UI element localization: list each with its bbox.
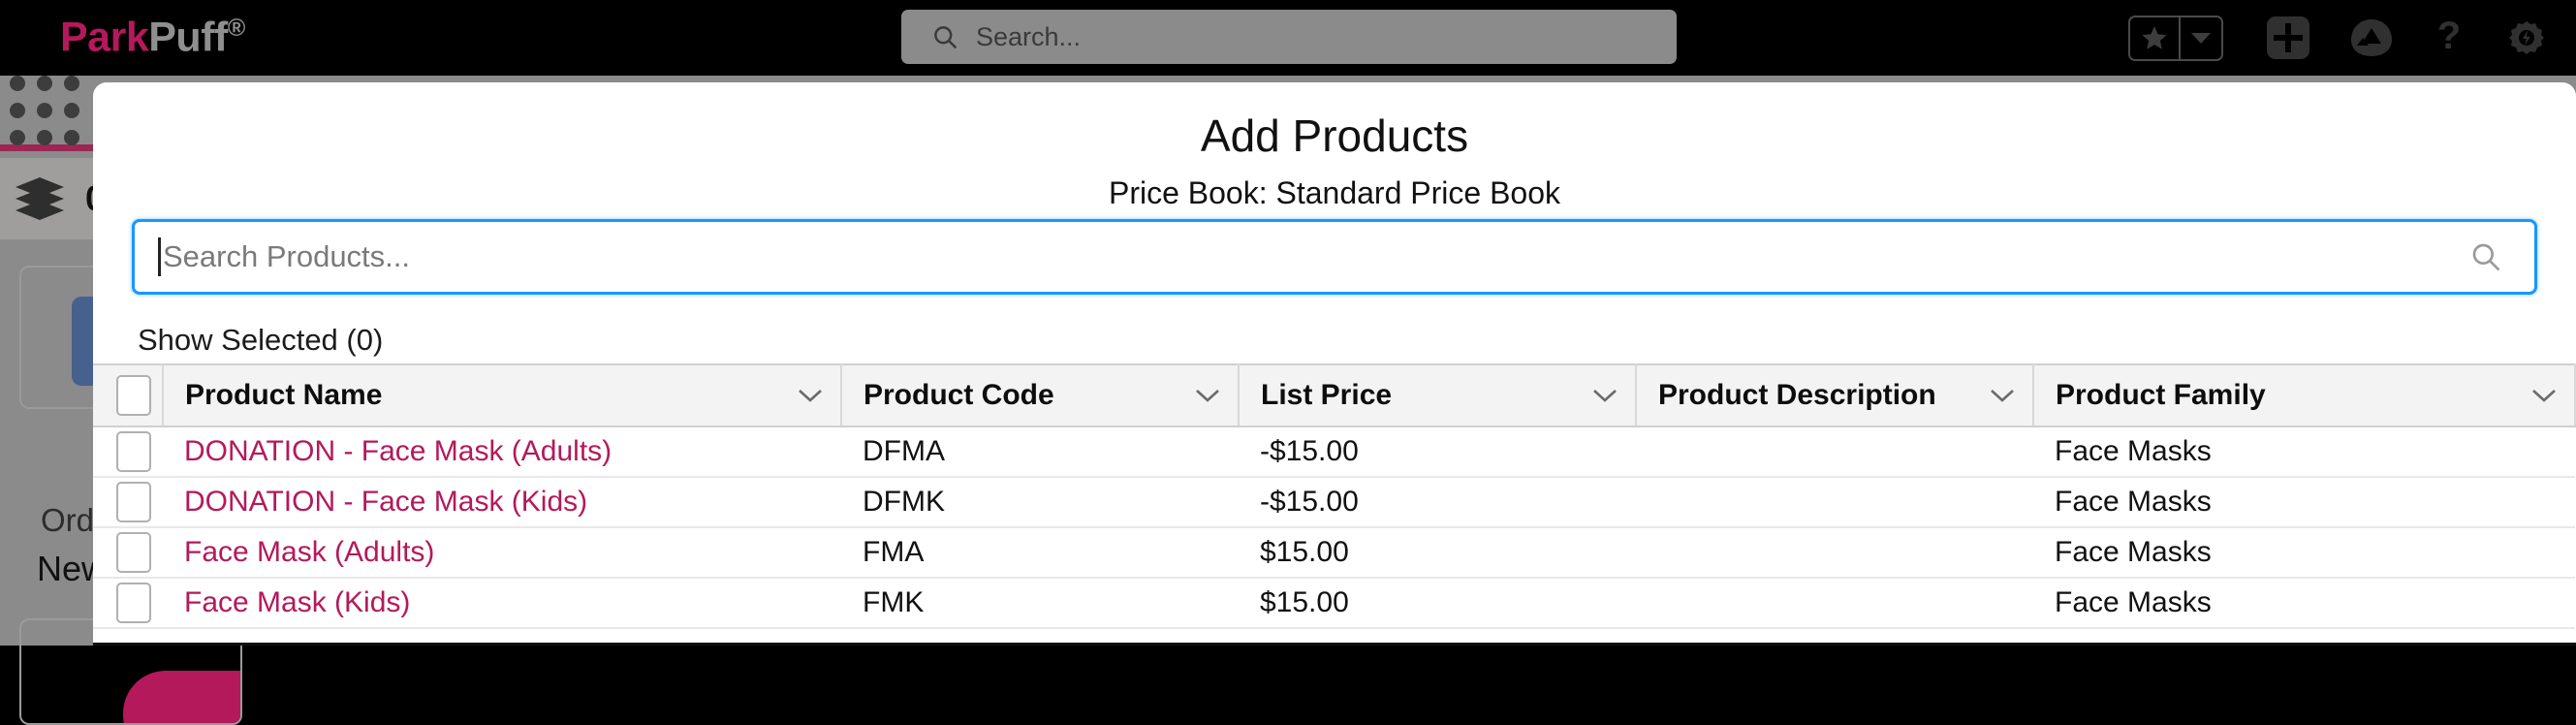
cell-product-description: [1636, 426, 2033, 478]
table-row[interactable]: DONATION - Face Mask (Kids) DFMK -$15.00…: [93, 477, 2575, 528]
global-search-input[interactable]: Search...: [901, 10, 1677, 64]
show-selected-toggle[interactable]: Show Selected (0): [138, 323, 383, 358]
registered-trademark-icon: ®: [227, 15, 245, 43]
table-row[interactable]: Face Mask (Adults) FMA $15.00 Face Masks: [93, 527, 2575, 579]
cell-product-family: Face Masks: [2033, 477, 2575, 528]
products-table: Product Name Product Code List Price Pro…: [93, 363, 2576, 629]
product-search-wrapper: Search Products...: [132, 219, 2537, 295]
cell-product-code: FMK: [841, 578, 1239, 629]
cell-product-description: [1636, 527, 2033, 579]
chevron-down-icon[interactable]: [798, 388, 823, 403]
cell-list-price: -$15.00: [1239, 426, 1636, 478]
cell-product-name[interactable]: DONATION - Face Mask (Kids): [163, 477, 841, 528]
row-checkbox[interactable]: [116, 482, 151, 522]
cell-product-description: [1636, 477, 2033, 528]
cell-product-code: DFMA: [841, 426, 1239, 478]
header-icon-group: ?: [2128, 0, 2555, 76]
product-search-placeholder: Search Products...: [163, 239, 411, 273]
row-select-cell[interactable]: [93, 578, 163, 629]
column-label: Product Family: [2056, 379, 2266, 411]
row-select-cell[interactable]: [93, 527, 163, 579]
chevron-down-icon[interactable]: [1592, 388, 1618, 403]
modal-subtitle: Price Book: Standard Price Book: [1108, 175, 1560, 210]
brand-name-secondary: Puff: [148, 14, 228, 61]
text-cursor: [158, 237, 161, 276]
cell-list-price: $15.00: [1239, 527, 1636, 579]
table-header-row: Product Name Product Code List Price Pro…: [93, 363, 2576, 427]
cell-product-name[interactable]: Face Mask (Kids): [163, 578, 841, 629]
table-row[interactable]: Face Mask (Kids) FMK $15.00 Face Masks: [93, 578, 2575, 629]
column-header-product-name[interactable]: Product Name: [163, 363, 842, 427]
product-name-link[interactable]: Face Mask (Kids): [184, 586, 410, 618]
product-search-input[interactable]: Search Products...: [132, 219, 2537, 295]
products-table-body: DONATION - Face Mask (Adults) DFMA -$15.…: [93, 426, 2575, 629]
search-icon[interactable]: [2470, 241, 2501, 272]
column-label: Product Code: [864, 379, 1054, 411]
cell-product-code: DFMK: [841, 477, 1239, 528]
help-icon[interactable]: ?: [2433, 16, 2466, 60]
add-products-modal: Add Products Price Book: Standard Price …: [93, 82, 2576, 646]
cell-product-code: FMA: [841, 527, 1239, 579]
search-icon: [934, 25, 957, 48]
cell-list-price: $15.00: [1239, 578, 1636, 629]
cell-product-family: Face Masks: [2033, 578, 2575, 629]
column-header-product-description[interactable]: Product Description: [1636, 363, 2034, 427]
select-all-checkbox[interactable]: [116, 375, 151, 416]
product-name-link[interactable]: DONATION - Face Mask (Kids): [184, 486, 587, 518]
chevron-down-icon[interactable]: [1990, 388, 2015, 403]
column-label: List Price: [1261, 379, 1393, 411]
column-label: Product Name: [185, 379, 383, 411]
row-select-cell[interactable]: [93, 426, 163, 478]
add-plus-icon[interactable]: [2266, 16, 2310, 60]
cell-product-name[interactable]: Face Mask (Adults): [163, 527, 841, 579]
row-select-cell[interactable]: [93, 477, 163, 528]
cell-product-family: Face Masks: [2033, 527, 2575, 579]
column-label: Product Description: [1658, 379, 1936, 411]
row-checkbox[interactable]: [116, 431, 151, 472]
column-header-list-price[interactable]: List Price: [1239, 363, 1637, 427]
brand-name-primary: Park: [60, 14, 149, 61]
select-all-header[interactable]: [93, 363, 164, 427]
cell-product-family: Face Masks: [2033, 426, 2575, 478]
row-checkbox[interactable]: [116, 583, 151, 623]
cell-product-description: [1636, 578, 2033, 629]
product-name-link[interactable]: Face Mask (Adults): [184, 536, 434, 568]
background-accent-shape: [123, 671, 240, 723]
settings-gear-icon[interactable]: [2504, 16, 2549, 60]
cell-list-price: -$15.00: [1239, 477, 1636, 528]
app-launcher-grid-icon[interactable]: [10, 75, 79, 145]
product-name-link[interactable]: DONATION - Face Mask (Adults): [184, 435, 612, 467]
favorites-star-icon[interactable]: [2130, 23, 2179, 52]
brand-logo[interactable]: ParkPuff®: [60, 15, 245, 62]
layers-icon: [16, 177, 64, 220]
column-header-product-family[interactable]: Product Family: [2033, 363, 2576, 427]
table-row[interactable]: DONATION - Face Mask (Adults) DFMA -$15.…: [93, 426, 2575, 478]
modal-title: Add Products: [1200, 110, 1469, 161]
app-logo-icon[interactable]: [2349, 17, 2394, 58]
cell-product-name[interactable]: DONATION - Face Mask (Adults): [163, 426, 841, 478]
favorites-dropdown-icon[interactable]: [2181, 31, 2221, 45]
global-header: ParkPuff® Search... ?: [0, 0, 2576, 76]
chevron-down-icon[interactable]: [1195, 388, 1220, 403]
svg-text:?: ?: [2437, 16, 2461, 57]
global-search-placeholder: Search...: [976, 21, 1082, 51]
chevron-down-icon[interactable]: [2531, 388, 2557, 403]
row-checkbox[interactable]: [116, 532, 151, 573]
column-header-product-code[interactable]: Product Code: [841, 363, 1240, 427]
favorites-button-group[interactable]: [2128, 15, 2223, 61]
